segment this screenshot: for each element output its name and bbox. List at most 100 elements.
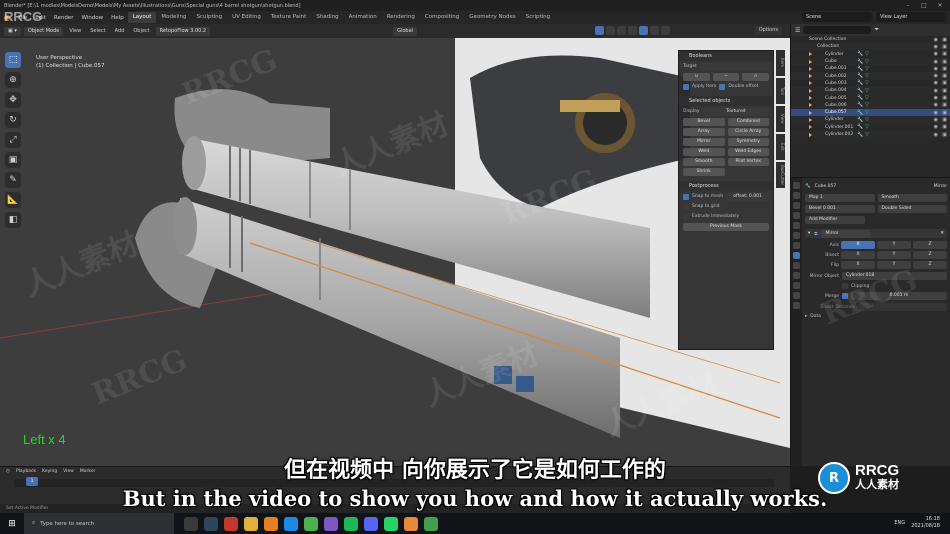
postprocess-header[interactable]: Postprocess <box>679 181 773 191</box>
mesh-data-icon[interactable]: ▽ <box>865 51 869 57</box>
weld-edges-button[interactable]: Weld Edges <box>727 147 769 156</box>
modifier-icon[interactable]: 🔧 <box>857 80 863 86</box>
visibility-eye-icon[interactable]: ◉ <box>934 95 938 101</box>
modifier-icon[interactable]: 🔧 <box>857 132 863 138</box>
mesh-data-icon[interactable]: ▽ <box>865 88 869 94</box>
tab-texture-paint[interactable]: Texture Paint <box>266 12 312 23</box>
outliner-row[interactable]: Cylinder 🔧 ▽ ◉ ▣ <box>791 51 950 58</box>
render-camera-icon[interactable]: ▣ <box>942 102 947 108</box>
modifier-icon[interactable]: 🔧 <box>857 73 863 79</box>
mesh-data-icon[interactable]: ▽ <box>865 117 869 123</box>
annotate-icon[interactable]: ✎ <box>5 172 21 188</box>
outliner-row[interactable]: Cube.006 🔧 ▽ ◉ ▣ <box>791 101 950 109</box>
taskbar-search[interactable]: ⌕ Type here to search <box>24 513 174 534</box>
tab-compositing[interactable]: Compositing <box>420 12 464 23</box>
tab-modeling[interactable]: Modeling <box>156 12 191 23</box>
overlay-toggle-icon[interactable] <box>606 26 615 35</box>
mesh-data-icon[interactable]: ▽ <box>865 110 869 116</box>
tab-animation[interactable]: Animation <box>344 12 382 23</box>
physics-tab-icon[interactable] <box>793 272 800 279</box>
menu-help[interactable]: Help <box>107 15 128 21</box>
rotate-icon[interactable]: ↻ <box>5 112 21 128</box>
visibility-eye-icon[interactable]: ◉ <box>934 66 938 72</box>
app-orange-icon[interactable] <box>264 516 278 531</box>
symmetry-button[interactable]: Symmetry <box>727 137 769 146</box>
mesh-data-icon[interactable]: ▽ <box>865 80 869 86</box>
snap-mesh-checkbox[interactable] <box>683 193 689 200</box>
outliner-row[interactable]: Cube.001 🔧 ▽ ◉ ▣ <box>791 65 950 72</box>
mesh-data-icon[interactable]: ▽ <box>865 73 869 79</box>
editor-type-button[interactable]: ▣ ▾ <box>4 26 21 36</box>
render-camera-icon[interactable]: ▣ <box>942 73 947 79</box>
app-green-icon[interactable] <box>424 516 438 531</box>
modifier-icon[interactable]: 🔧 <box>857 110 863 116</box>
orientation-dropdown[interactable]: Global <box>393 26 418 36</box>
tab-layout[interactable]: Layout <box>127 12 157 23</box>
tab-shading[interactable]: Shading <box>311 12 343 23</box>
view-layer-field[interactable]: View Layer <box>876 12 946 22</box>
bevel-button[interactable]: Bevel <box>683 117 725 126</box>
menu-window[interactable]: Window <box>77 15 107 21</box>
app-folder-icon[interactable] <box>244 516 258 531</box>
shade-field[interactable]: Smooth <box>877 194 947 202</box>
retopoflow-button[interactable]: RetopoFlow 3.00.2 <box>155 26 211 36</box>
bisect-distance-field[interactable] <box>858 303 947 311</box>
modifier-icon[interactable]: 🔧 <box>857 95 863 101</box>
outliner-row[interactable]: Cube.002 🔧 ▽ ◉ ▣ <box>791 72 950 80</box>
side-tab-view[interactable]: View <box>776 106 785 132</box>
shrink-button[interactable]: Shrink <box>683 167 725 176</box>
weight-field[interactable]: Map 1 <box>805 194 875 202</box>
visibility-eye-icon[interactable]: ◉ <box>934 73 938 79</box>
array-button[interactable]: Array <box>683 127 725 136</box>
scale-icon[interactable]: ⤢ <box>5 132 21 148</box>
steam-icon[interactable] <box>204 516 218 531</box>
diff-button[interactable]: − <box>712 72 740 81</box>
booleans-header[interactable]: Booleans <box>679 51 773 61</box>
material-shading-icon[interactable] <box>650 26 659 35</box>
solid-shading-icon[interactable] <box>639 26 648 35</box>
flip-x-toggle[interactable]: X <box>841 261 875 269</box>
side-tab-tool[interactable]: Tool <box>776 78 785 104</box>
outliner-row[interactable]: Cube.005 🔧 ▽ ◉ ▣ <box>791 94 950 101</box>
wireframe-shading-icon[interactable] <box>628 26 637 35</box>
union-button[interactable]: ∪ <box>683 72 710 81</box>
clipping-checkbox[interactable] <box>842 283 848 289</box>
modifier-icon[interactable]: 🔧 <box>857 117 863 123</box>
gizmo-toggle-icon[interactable] <box>595 26 604 35</box>
render-camera-icon[interactable]: ▣ <box>942 51 947 57</box>
modifier-header[interactable]: ▾ ⧉ Mirror ✕ <box>805 229 947 238</box>
circle-array-button[interactable]: Circle Array <box>727 127 769 136</box>
apply-checkbox[interactable] <box>683 83 689 90</box>
mesh-data-icon[interactable]: ▽ <box>865 132 869 138</box>
bisect-y-toggle[interactable]: Y <box>877 251 911 259</box>
close-icon[interactable]: ✕ <box>932 0 948 11</box>
outliner-row[interactable]: Cylinder 🔧 ▽ ◉ ▣ <box>791 116 950 124</box>
extrude-checkbox[interactable] <box>683 213 689 220</box>
world-tab-icon[interactable] <box>793 232 800 239</box>
mesh-data-icon[interactable]: ▽ <box>865 102 869 108</box>
modifier-icon[interactable]: 🔧 <box>857 102 863 108</box>
menu-render[interactable]: Render <box>50 15 78 21</box>
render-camera-icon[interactable]: ▣ <box>942 37 947 43</box>
outliner-row[interactable]: Cube.003 🔧 ▽ ◉ ▣ <box>791 80 950 87</box>
app-red-icon[interactable] <box>224 516 238 531</box>
render-camera-icon[interactable]: ▣ <box>942 59 947 65</box>
bisect-x-toggle[interactable]: X <box>841 251 875 259</box>
render-camera-icon[interactable]: ▣ <box>942 66 947 72</box>
outliner-display-icon[interactable]: ☰ <box>795 27 800 34</box>
selected-objects-header[interactable]: Selected objects <box>679 96 773 106</box>
maximize-icon[interactable]: □ <box>916 0 932 11</box>
menu-select[interactable]: Select <box>87 28 108 34</box>
data-tab-icon[interactable] <box>793 292 800 299</box>
smooth-button[interactable]: Smooth <box>683 157 725 166</box>
visibility-eye-icon[interactable]: ◉ <box>934 59 938 65</box>
bevel-field[interactable]: Bevel 0.001 <box>805 205 875 213</box>
scene-field[interactable]: Scene <box>802 12 872 22</box>
weld-button[interactable]: Weld <box>683 147 725 156</box>
mesh-data-icon[interactable]: ▽ <box>865 124 869 130</box>
blender-task-icon[interactable] <box>404 516 418 531</box>
output-tab-icon[interactable] <box>793 202 800 209</box>
mesh-data-icon[interactable]: ▽ <box>865 59 869 65</box>
outliner-row[interactable]: Cylinder.002 🔧 ▽ ◉ ▣ <box>791 130 950 139</box>
side-tab-boxcutter[interactable]: BoxCutter <box>776 162 785 188</box>
